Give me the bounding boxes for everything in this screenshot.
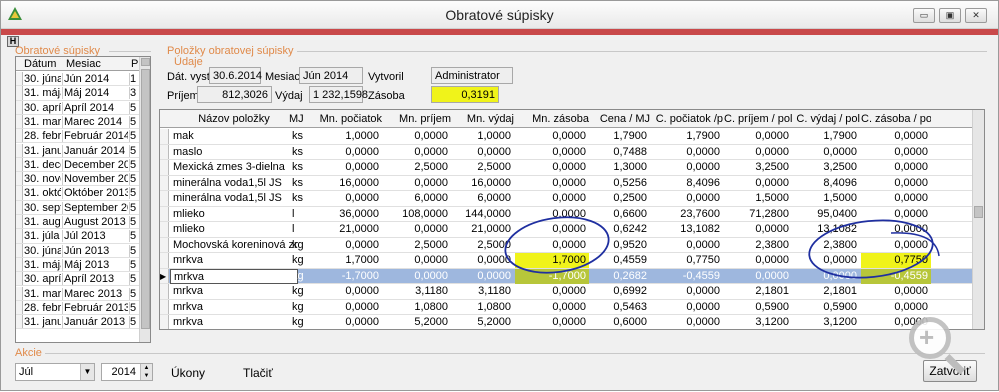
ukony-button[interactable]: Úkony: [171, 366, 205, 380]
year-stepper[interactable]: 2014 ▲ ▼: [101, 363, 153, 381]
divider: [45, 353, 985, 354]
zoom-plus-icon: +: [919, 322, 935, 352]
month-value: Júl: [19, 366, 34, 378]
tlacit-button[interactable]: Tlačiť: [243, 366, 273, 380]
chevron-down-icon[interactable]: ▼: [80, 364, 94, 380]
stepper-up-icon[interactable]: ▲: [140, 364, 152, 372]
year-value: 2014: [111, 366, 136, 378]
window: Obratové súpisky ▭ ▣ ✕ H Obratové súpisk…: [0, 0, 999, 391]
month-select[interactable]: Júl ▼: [15, 363, 95, 381]
hand-annotation: [504, 216, 940, 279]
stepper-down-icon[interactable]: ▼: [140, 372, 152, 380]
akcie-title: Akcie: [15, 347, 42, 359]
